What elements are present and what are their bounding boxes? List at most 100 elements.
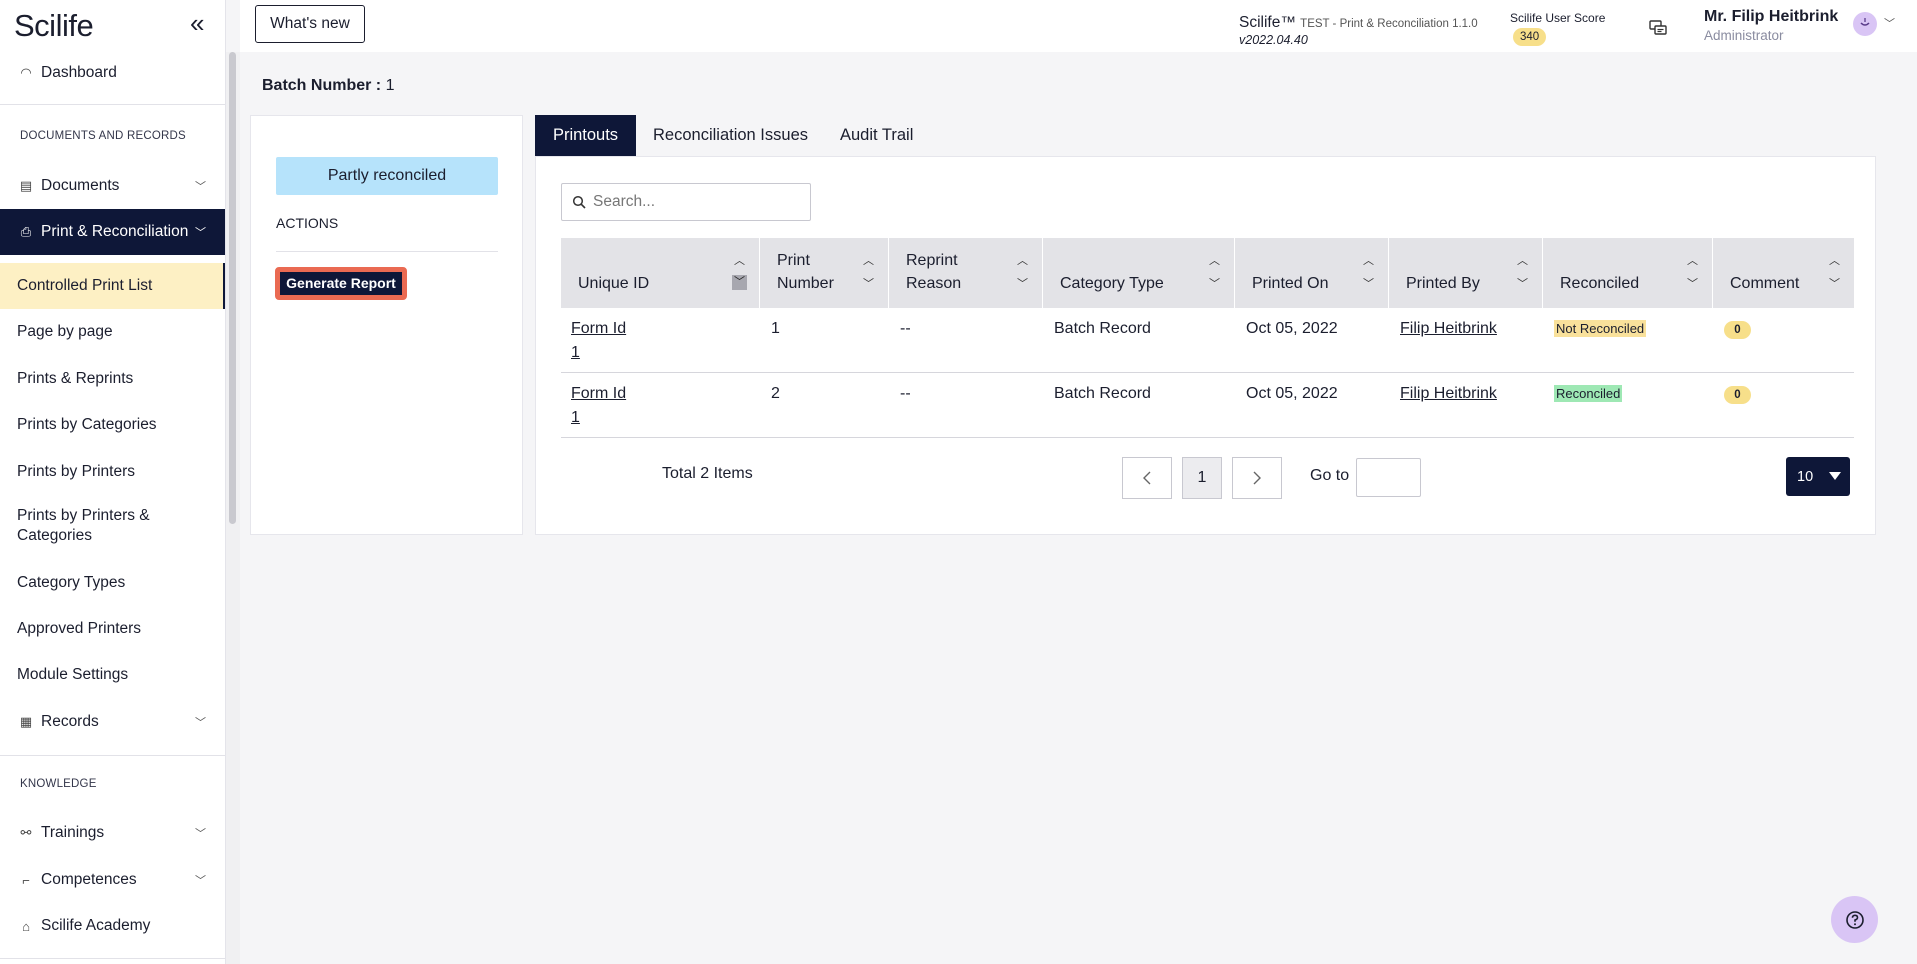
unique-id-link[interactable]: Form Id 1: [571, 382, 631, 430]
column-header-reprint-reason[interactable]: Reprint Reason ︿ ﹀: [889, 238, 1043, 308]
sort-descending-icon[interactable]: ﹀: [1687, 275, 1698, 291]
sidebar-item-label: Records: [41, 713, 99, 730]
records-icon: ▦: [19, 714, 33, 729]
chevron-down-icon[interactable]: ﹀: [1884, 15, 1895, 31]
sidebar-item-scilife-academy[interactable]: ⌂ Scilife Academy: [0, 911, 225, 941]
sidebar-scrollbar[interactable]: [229, 52, 236, 524]
sidebar-item-competences[interactable]: ⌐ Competences ﹀: [0, 865, 225, 895]
tab-audit-trail[interactable]: Audit Trail: [840, 115, 913, 156]
section-label-knowledge: KNOWLEDGE: [20, 778, 97, 790]
double-chevron-left-icon[interactable]: «: [190, 10, 204, 36]
avatar[interactable]: [1853, 12, 1877, 36]
sidebar-item-documents[interactable]: ▤ Documents ﹀: [0, 171, 225, 201]
sort-descending-icon[interactable]: ﹀: [863, 275, 874, 291]
sort-descending-icon[interactable]: ﹀: [1209, 275, 1220, 291]
printed-by-link[interactable]: Filip Heitbrink: [1400, 317, 1497, 341]
sort-ascending-icon[interactable]: ︿: [1829, 252, 1840, 268]
help-button[interactable]: [1831, 896, 1878, 943]
page-size-select[interactable]: 10: [1786, 457, 1850, 496]
smile-icon: [1860, 18, 1870, 26]
sidebar-item-label: Print & Reconciliation: [41, 223, 189, 240]
reprint-reason-cell: --: [900, 320, 911, 337]
sidebar-item-prints-by-categories[interactable]: Prints by Categories: [0, 410, 225, 440]
search-box[interactable]: [561, 183, 811, 221]
column-label: Unique ID: [578, 275, 650, 292]
printed-by-link[interactable]: Filip Heitbrink: [1400, 382, 1497, 406]
page-number-button[interactable]: 1: [1182, 457, 1222, 499]
sort-ascending-icon[interactable]: ︿: [1363, 252, 1374, 268]
column-header-printed-on[interactable]: Printed On ︿ ﹀: [1235, 238, 1389, 308]
generate-report-label: Generate Report: [280, 272, 402, 295]
sort-descending-icon[interactable]: ﹀: [732, 275, 747, 290]
next-page-button[interactable]: [1232, 457, 1282, 499]
sidebar-item-prints-by-printers[interactable]: Prints by Printers: [0, 457, 225, 487]
sidebar-item-page-by-page[interactable]: Page by page: [0, 317, 225, 347]
chat-icon[interactable]: [1648, 18, 1668, 38]
caret-down-icon: [1829, 472, 1841, 480]
goto-page-input[interactable]: [1356, 458, 1421, 497]
document-icon: ▤: [19, 178, 33, 193]
sort-descending-icon[interactable]: ﹀: [1517, 275, 1528, 291]
sort-ascending-icon[interactable]: ︿: [1209, 252, 1220, 268]
search-input[interactable]: [593, 193, 793, 211]
column-header-reconciled[interactable]: Reconciled ︿ ﹀: [1543, 238, 1713, 308]
print-number-cell: 2: [771, 385, 780, 402]
tab-printouts[interactable]: Printouts: [535, 115, 636, 156]
sidebar-divider: [0, 104, 225, 105]
column-header-comment[interactable]: Comment ︿ ﹀: [1713, 238, 1854, 308]
comment-count-badge[interactable]: 0: [1724, 386, 1751, 404]
app-version: v2022.04.40: [1239, 33, 1308, 47]
sidebar-item-label: Prints by Categories: [17, 416, 157, 433]
reconciled-cell: Not Reconciled: [1554, 317, 1647, 341]
sidebar-item-approved-printers[interactable]: Approved Printers: [0, 614, 225, 644]
column-label: Print Number: [777, 252, 834, 292]
sort-descending-icon[interactable]: ﹀: [1363, 275, 1374, 291]
sidebar-item-records[interactable]: ▦ Records ﹀: [0, 707, 225, 737]
column-header-print-number[interactable]: Print Number ︿ ﹀: [760, 238, 889, 308]
topbar: What's new Scilife™ TEST - Print & Recon…: [240, 0, 1917, 52]
sidebar-item-module-settings[interactable]: Module Settings: [0, 660, 225, 690]
sort-descending-icon[interactable]: ﹀: [1017, 275, 1028, 291]
column-header-printed-by[interactable]: Printed By ︿ ﹀: [1389, 238, 1543, 308]
sort-ascending-icon[interactable]: ︿: [863, 252, 874, 268]
sort-ascending-icon[interactable]: ︿: [734, 252, 745, 268]
scilife-logo[interactable]: Scilife: [14, 8, 94, 44]
user-name[interactable]: Mr. Filip Heitbrink: [1704, 8, 1838, 26]
printer-icon: ⎙: [20, 224, 32, 239]
sort-ascending-icon[interactable]: ︿: [1687, 252, 1698, 268]
comment-count-badge[interactable]: 0: [1724, 321, 1751, 339]
sidebar-divider: [0, 958, 225, 959]
sidebar-item-category-types[interactable]: Category Types: [0, 568, 225, 598]
printed-on-cell: Oct 05, 2022: [1246, 385, 1338, 402]
actions-divider: [276, 251, 498, 252]
sidebar-item-dashboard[interactable]: ◠ Dashboard: [0, 58, 225, 88]
column-header-unique-id[interactable]: Unique ID ︿ ﹀: [561, 238, 760, 308]
unique-id-link[interactable]: Form Id 1: [571, 317, 631, 365]
whats-new-button[interactable]: What's new: [255, 5, 365, 43]
sidebar-item-controlled-print-list[interactable]: Controlled Print List: [0, 263, 225, 309]
column-label: Category Type: [1060, 275, 1164, 292]
sidebar-item-label: Prints & Reprints: [17, 370, 134, 387]
sidebar-item-label: Category Types: [17, 574, 126, 591]
batch-number-label: Batch Number :: [262, 77, 382, 94]
sort-ascending-icon[interactable]: ︿: [1517, 252, 1528, 268]
sidebar-item-print-reconciliation[interactable]: ⎙ Print & Reconciliation ﹀: [0, 209, 225, 255]
sort-descending-icon[interactable]: ﹀: [1829, 275, 1840, 291]
batch-number-value: 1: [385, 77, 395, 94]
chevron-down-icon: ﹀: [195, 227, 206, 239]
column-label: Comment: [1730, 275, 1800, 292]
tab-reconciliation-issues[interactable]: Reconciliation Issues: [653, 115, 808, 156]
sort-ascending-icon[interactable]: ︿: [1017, 252, 1028, 268]
generate-report-button[interactable]: Generate Report: [275, 267, 407, 300]
sidebar-item-prints-reprints[interactable]: Prints & Reprints: [0, 364, 225, 394]
chevron-down-icon: ﹀: [195, 181, 206, 193]
printouts-panel: Unique ID ︿ ﹀ Print Number ︿ ﹀ Reprint R…: [535, 156, 1876, 535]
prev-page-button[interactable]: [1122, 457, 1172, 499]
goto-label: Go to: [1310, 467, 1350, 484]
sidebar-item-trainings[interactable]: ⚯ Trainings ﹀: [0, 818, 225, 848]
sidebar-item-label: Prints by Printers: [17, 463, 136, 480]
sidebar-item-label: Trainings: [41, 824, 105, 841]
column-header-category-type[interactable]: Category Type ︿ ﹀: [1043, 238, 1235, 308]
sidebar-item-label: Documents: [41, 177, 120, 194]
sidebar-item-prints-by-printers-categories[interactable]: Prints by Printers & Categories: [0, 505, 180, 547]
